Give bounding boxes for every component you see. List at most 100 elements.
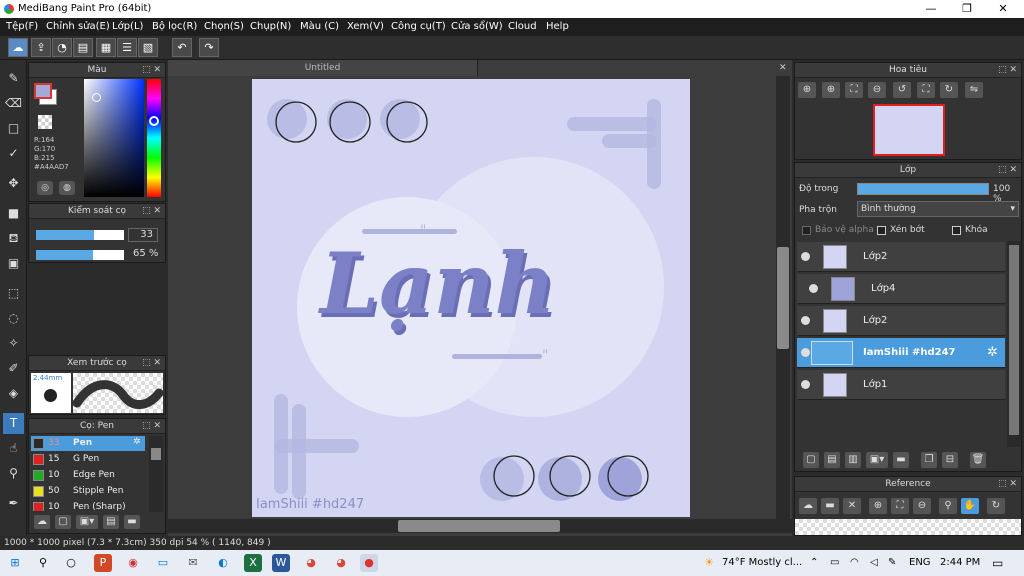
brush-size-value[interactable]: 33 [128, 228, 158, 242]
visibility-icon[interactable] [801, 316, 810, 325]
palette-add-icon[interactable]: ◍ [59, 181, 75, 195]
brush-folder-icon[interactable]: ▬ [124, 515, 140, 529]
brush-size-slider[interactable] [36, 230, 124, 240]
layer-row[interactable]: Lớp1 [797, 370, 1005, 400]
reference-close-icon[interactable]: ✕ [843, 498, 861, 514]
visibility-icon[interactable] [801, 252, 810, 261]
dot-tool-icon[interactable]: ✓ [3, 143, 24, 164]
select-eraser-icon[interactable]: ◈ [3, 383, 24, 404]
reference-rotate-icon[interactable]: ↻ [987, 498, 1005, 514]
brush-settings-gear-icon[interactable]: ✲ [133, 437, 141, 447]
protect-alpha-checkbox[interactable] [802, 226, 811, 235]
text-tool-icon[interactable]: T [3, 413, 24, 434]
brush-cloud-icon[interactable]: ☁ [34, 515, 50, 529]
eraser-tool-icon[interactable]: ⌫ [3, 93, 24, 114]
menu-layer[interactable]: Lớp(L) [112, 21, 143, 32]
reference-eyedropper-icon[interactable]: ⚲ [939, 498, 957, 514]
hue-cursor[interactable] [149, 116, 159, 126]
clipping-checkbox[interactable] [877, 226, 886, 235]
cloud-icon[interactable]: ☁ [8, 38, 28, 57]
new-layer-icon[interactable]: ▢ [803, 452, 819, 468]
reference-hand-icon[interactable]: ✋ [961, 498, 979, 514]
notification-icon[interactable]: ▭ [992, 556, 1003, 570]
menu-capture[interactable]: Chụp(N) [250, 21, 291, 32]
reset-view-icon[interactable]: ⛶ [917, 82, 935, 98]
windows-start-icon[interactable]: ⊞ [6, 554, 24, 572]
rotate-right-icon[interactable]: ↻ [940, 82, 958, 98]
canvas-vertical-scroll-thumb[interactable] [777, 247, 789, 349]
fit-icon[interactable]: ⛶ [845, 82, 863, 98]
fill-rect-tool-icon[interactable]: ■ [3, 203, 24, 224]
minimize-button[interactable]: — [914, 0, 948, 18]
gradient-tool-icon[interactable]: ▣ [3, 253, 24, 274]
layers-scroll-thumb[interactable] [1009, 245, 1019, 435]
bucket-tool-icon[interactable]: ⛾ [3, 228, 24, 249]
brush-row-pen-sharp[interactable]: 10 Pen (Sharp) [31, 500, 145, 511]
redo-button[interactable]: ↷ [199, 38, 219, 57]
panel-close-icon[interactable]: ⬚ ✕ [142, 63, 161, 78]
layers-scrollbar[interactable] [1007, 241, 1021, 447]
brush-list-scrollbar[interactable] [149, 436, 163, 512]
visibility-icon[interactable] [809, 284, 818, 293]
menu-select[interactable]: Chọn(S) [204, 21, 244, 32]
panel-icon[interactable]: ▤ [73, 38, 93, 57]
reference-zoom-in-icon[interactable]: ⊕ [869, 498, 887, 514]
tray-battery-icon[interactable]: ▭ [830, 557, 839, 568]
flip-icon[interactable]: ⇋ [965, 82, 983, 98]
maximize-button[interactable]: ❐ [950, 0, 984, 18]
lock-checkbox[interactable] [952, 226, 961, 235]
brush-row-edge-pen[interactable]: 10 Edge Pen [31, 468, 145, 483]
layer-settings-gear-icon[interactable]: ✲ [987, 345, 998, 360]
panel-close-icon[interactable]: ⬚ ✕ [142, 204, 161, 219]
magic-wand-icon[interactable]: ✧ [3, 333, 24, 354]
select-tool-icon[interactable]: ⬚ [3, 283, 24, 304]
document-tab[interactable]: Untitled [168, 60, 478, 76]
canvas-close-icon[interactable]: ✕ [779, 63, 787, 73]
menu-color[interactable]: Màu (C) [300, 21, 339, 32]
reference-canvas[interactable] [795, 519, 1021, 535]
visibility-icon[interactable] [801, 348, 810, 357]
delete-layer-icon[interactable]: 🗑 [970, 452, 986, 468]
language-indicator[interactable]: ENG [909, 557, 931, 568]
medibang-taskbar-icon[interactable]: ● [360, 554, 378, 572]
chrome-icon[interactable]: ◕ [302, 554, 320, 572]
list-icon[interactable]: ☰ [117, 38, 137, 57]
layer-opacity-slider[interactable] [857, 183, 989, 195]
menu-help[interactable]: Help [546, 21, 569, 32]
panel-close-icon[interactable]: ⬚ ✕ [998, 163, 1017, 178]
volume-icon[interactable]: ◁ [870, 557, 878, 568]
merge-layer-icon[interactable]: ⊟ [942, 452, 958, 468]
grid-icon[interactable]: ▧ [138, 38, 158, 57]
weather-text[interactable]: 74°F Mostly cl... [722, 557, 802, 568]
monitor-icon[interactable]: ▭ [154, 554, 172, 572]
menu-view[interactable]: Xem(V) [347, 21, 384, 32]
speech-icon[interactable]: ◔ [52, 38, 72, 57]
edge-icon[interactable]: ◐ [214, 554, 232, 572]
rectangle-tool-icon[interactable]: □ [3, 118, 24, 139]
brush-opacity-slider[interactable] [36, 250, 124, 260]
panel-close-icon[interactable]: ⬚ ✕ [142, 419, 161, 434]
app-icon[interactable]: ◉ [124, 554, 142, 572]
excel-icon[interactable]: X [244, 554, 262, 572]
primary-color-swatch[interactable] [34, 83, 52, 99]
layer-type-menu-icon[interactable]: ▣▾ [866, 452, 888, 468]
select-pen-icon[interactable]: ✐ [3, 358, 24, 379]
pen-tool-icon[interactable]: ✒ [3, 493, 24, 514]
brush-row-pen[interactable]: 33 Pen ✲ [31, 436, 145, 451]
move-tool-icon[interactable]: ✥ [3, 173, 24, 194]
menu-tools[interactable]: Công cụ(T) [391, 21, 446, 32]
eyedropper-tool-icon[interactable]: ⚲ [3, 463, 24, 484]
brush-list-scroll-thumb[interactable] [151, 448, 161, 460]
layer-row[interactable]: Lớp4 [797, 274, 1005, 304]
mail-icon[interactable]: ✉ [184, 554, 202, 572]
rotate-left-icon[interactable]: ↺ [893, 82, 911, 98]
clock[interactable]: 2:44 PM [940, 557, 980, 568]
zoom-out-icon[interactable]: ⊖ [868, 82, 886, 98]
reference-cloud-icon[interactable]: ☁ [799, 498, 817, 514]
canvas-horizontal-scroll-thumb[interactable] [398, 520, 560, 532]
search-icon[interactable]: ⚲ [34, 554, 52, 572]
reference-fit-icon[interactable]: ⛶ [891, 498, 909, 514]
task-view-icon[interactable]: ○ [62, 554, 80, 572]
operation-tool-icon[interactable]: ☝ [3, 438, 24, 459]
word-icon[interactable]: W [272, 554, 290, 572]
